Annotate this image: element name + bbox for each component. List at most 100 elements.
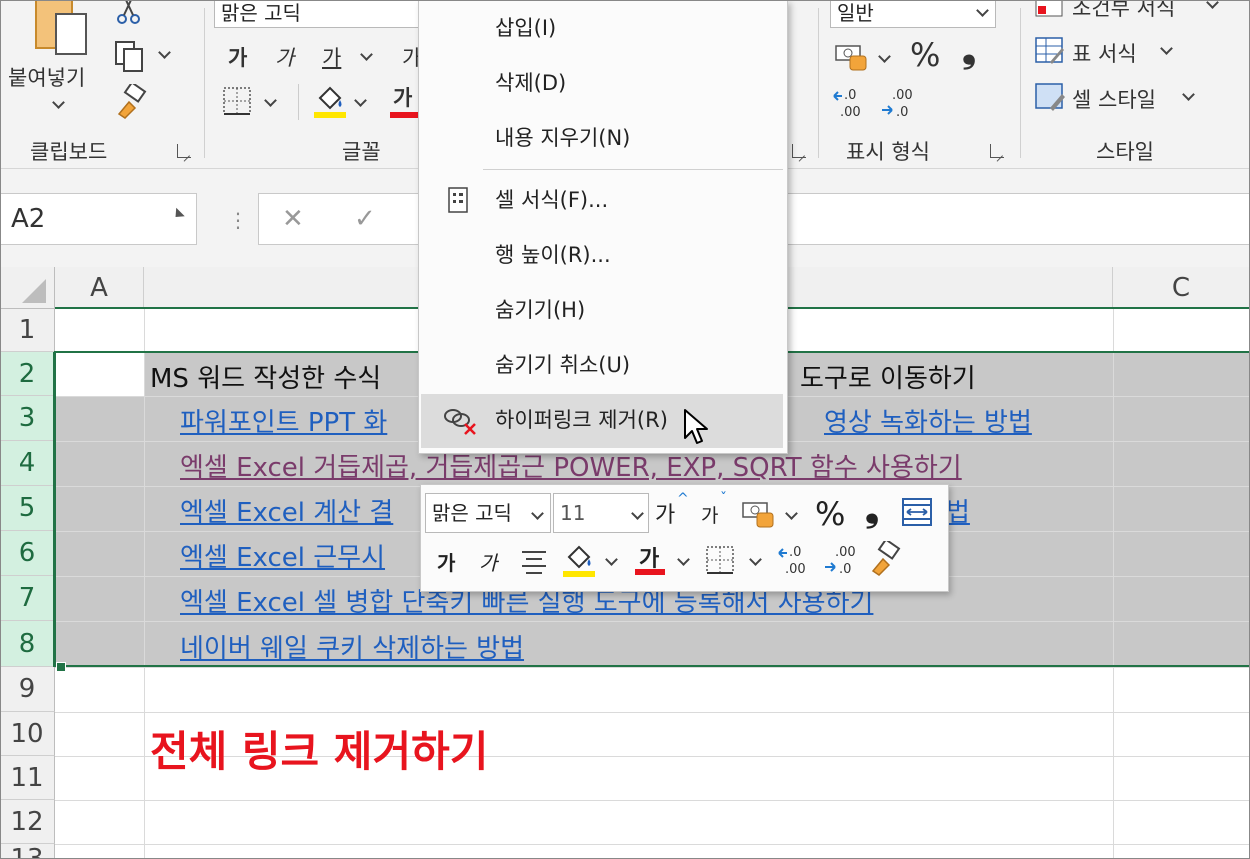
hyperlink-cell-b5[interactable]: 엑셀 Excel 계산 결	[180, 492, 393, 529]
menu-item-delete[interactable]: 삭제(D)	[419, 57, 785, 109]
italic-button[interactable]: 가	[275, 42, 294, 72]
menu-item-clear-contents[interactable]: 내용 지우기(N)	[419, 112, 785, 164]
bold-button[interactable]: 가	[228, 42, 247, 72]
hyperlink-cell-b8[interactable]: 네이버 웨일 쿠키 삭제하는 방법	[180, 628, 524, 665]
cut-icon[interactable]	[115, 0, 143, 26]
row-header[interactable]: 1	[0, 309, 55, 352]
menu-item-hide[interactable]: 숨기기(H)	[419, 284, 785, 336]
increase-decimal-icon[interactable]: .0 .00	[832, 86, 874, 120]
conditional-chevron-icon[interactable]	[1206, 0, 1219, 9]
cell-b2[interactable]: MS 워드 작성한 수식	[150, 358, 381, 395]
name-box[interactable]: A2	[0, 193, 197, 245]
row-header[interactable]: 5	[0, 486, 55, 531]
mini-border-chevron-icon[interactable]	[749, 553, 762, 566]
select-all-button[interactable]	[0, 267, 55, 309]
number-format-combo[interactable]: 일반	[830, 0, 996, 28]
mini-font-color-swatch	[635, 569, 665, 575]
fill-color-icon[interactable]	[312, 82, 348, 120]
mini-percent-button[interactable]: %	[815, 495, 845, 533]
hyperlink-cell-b3[interactable]: 파워포인트 PPT 화	[180, 402, 387, 439]
comma-button[interactable]: ❟	[962, 30, 976, 72]
paste-chevron-icon[interactable]	[52, 96, 65, 109]
row-header[interactable]: 3	[0, 396, 55, 441]
mini-border-icon[interactable]	[705, 545, 737, 577]
row-header[interactable]: 7	[0, 576, 55, 621]
menu-item-insert[interactable]: 삽입(I)	[419, 2, 785, 54]
mini-fill-color-chevron-icon[interactable]	[605, 553, 618, 566]
paste-icon[interactable]	[28, 0, 98, 60]
currency-icon[interactable]	[834, 42, 870, 72]
border-icon[interactable]	[222, 86, 254, 118]
mini-currency-chevron-icon[interactable]	[785, 507, 798, 520]
fill-color-chevron-icon[interactable]	[354, 94, 367, 107]
mini-italic-button[interactable]: 가	[479, 547, 497, 576]
table-format-chevron-icon[interactable]	[1160, 42, 1173, 55]
mini-increase-decimal-icon[interactable]: .0 .00	[777, 543, 819, 577]
align-center-icon[interactable]	[519, 547, 549, 575]
conditional-format-icon[interactable]	[1034, 0, 1066, 20]
hyperlink-cell-b6[interactable]: 엑셀 Excel 근무시	[180, 537, 385, 574]
mini-fill-color-icon[interactable]	[561, 541, 597, 579]
table-format-icon[interactable]	[1034, 36, 1066, 66]
mouse-cursor-icon	[684, 409, 708, 444]
cell-style-chevron-icon[interactable]	[1182, 88, 1195, 101]
confirm-icon[interactable]: ✓	[354, 204, 376, 234]
format-painter-icon[interactable]	[113, 84, 149, 120]
mini-font-color-chevron-icon[interactable]	[677, 553, 690, 566]
table-format-button[interactable]: 표 서식	[1072, 38, 1137, 68]
percent-button[interactable]: %	[910, 36, 940, 74]
row-header[interactable]: 8	[0, 621, 55, 667]
menu-item-row-height[interactable]: 행 높이(R)...	[419, 229, 785, 281]
fill-handle[interactable]	[56, 662, 66, 672]
grow-font-button[interactable]: 가	[655, 497, 675, 529]
copy-icon[interactable]	[114, 40, 146, 72]
annotation-label: 전체 링크 제거하기	[150, 727, 489, 776]
row-header[interactable]: 9	[0, 667, 55, 712]
shrink-font-button[interactable]: 가	[701, 501, 718, 528]
menu-item-remove-hyperlink[interactable]: 하이퍼링크 제거(R)	[421, 394, 783, 448]
hyperlink-cell-b3-tail[interactable]: 영상 녹화하는 방법	[824, 402, 1032, 439]
column-header-a[interactable]: A	[55, 267, 144, 309]
separator	[818, 8, 819, 158]
row-header[interactable]: 6	[0, 531, 55, 576]
mini-currency-icon[interactable]	[741, 499, 777, 529]
column-header-c[interactable]: C	[1113, 267, 1250, 309]
border-chevron-icon[interactable]	[264, 94, 277, 107]
mini-format-painter-icon[interactable]	[867, 541, 903, 577]
alignment-launcher-icon[interactable]	[792, 144, 806, 158]
underline-button[interactable]: 가	[322, 42, 341, 72]
row-header[interactable]: 10	[0, 712, 55, 756]
svg-text:.00: .00	[840, 105, 861, 120]
mini-comma-button[interactable]: ❟	[865, 489, 879, 531]
row-selection-indicator	[53, 352, 55, 667]
row-header[interactable]: 11	[0, 756, 55, 800]
row-header[interactable]: 13	[0, 844, 55, 859]
row-header[interactable]: 12	[0, 800, 55, 844]
copy-chevron-icon[interactable]	[158, 46, 171, 59]
mini-decrease-decimal-icon[interactable]: .00 .0	[823, 543, 865, 577]
currency-chevron-icon[interactable]	[878, 50, 891, 63]
hyperlink-cell-b5-tail[interactable]: 법	[946, 492, 970, 529]
row-header[interactable]: 4	[0, 441, 55, 486]
merge-center-icon[interactable]	[901, 497, 935, 529]
cell-style-icon[interactable]	[1034, 82, 1068, 114]
gridline	[55, 712, 1250, 713]
decrease-decimal-icon[interactable]: .00 .0	[880, 86, 922, 120]
cancel-icon[interactable]: ✕	[282, 204, 304, 234]
clipboard-launcher-icon[interactable]	[177, 144, 191, 158]
menu-item-format-cells[interactable]: 셀 서식(F)...	[419, 174, 785, 226]
font-color-button[interactable]: 가	[393, 82, 412, 112]
row-header[interactable]: 2	[0, 352, 55, 396]
underline-chevron-icon[interactable]	[360, 48, 373, 61]
styles-group-label: 스타일	[1096, 140, 1154, 164]
mini-bold-button[interactable]: 가	[437, 547, 455, 576]
conditional-format-button[interactable]: 조건부 서식	[1072, 0, 1175, 22]
number-launcher-icon[interactable]	[990, 144, 1004, 158]
separator	[1020, 8, 1021, 158]
shrink-arrow-icon: ˇ	[720, 491, 727, 507]
font-name-combo[interactable]: 맑은 고딕	[214, 0, 420, 28]
svg-text:.00: .00	[892, 88, 913, 103]
cell-style-button[interactable]: 셀 스타일	[1072, 84, 1156, 114]
paste-label[interactable]: 붙여넣기	[8, 62, 85, 92]
menu-item-unhide[interactable]: 숨기기 취소(U)	[419, 339, 785, 391]
